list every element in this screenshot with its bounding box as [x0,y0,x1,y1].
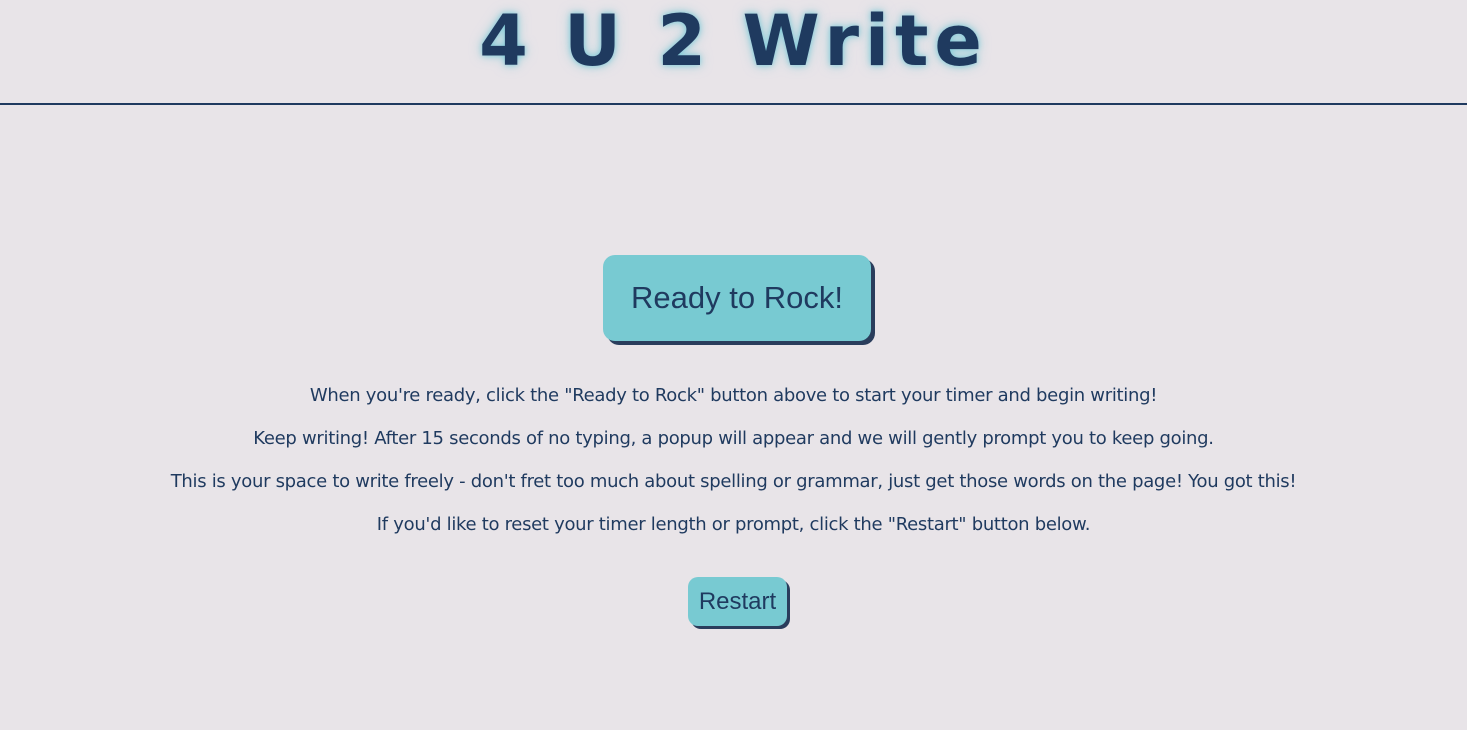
instruction-line: When you're ready, click the "Ready to R… [309,385,1158,406]
restart-button[interactable]: Restart [688,577,787,626]
instruction-line: If you'd like to reset your timer length… [376,514,1091,535]
instruction-line: This is your space to write freely - don… [170,471,1297,492]
site-header: 4 U 2 Write [0,0,1467,105]
instructions: When you're ready, click the "Ready to R… [0,380,1467,552]
ready-to-rock-button[interactable]: Ready to Rock! [603,255,871,341]
instruction-line: Keep writing! After 15 seconds of no typ… [253,428,1214,449]
site-title: 4 U 2 Write [479,0,988,82]
